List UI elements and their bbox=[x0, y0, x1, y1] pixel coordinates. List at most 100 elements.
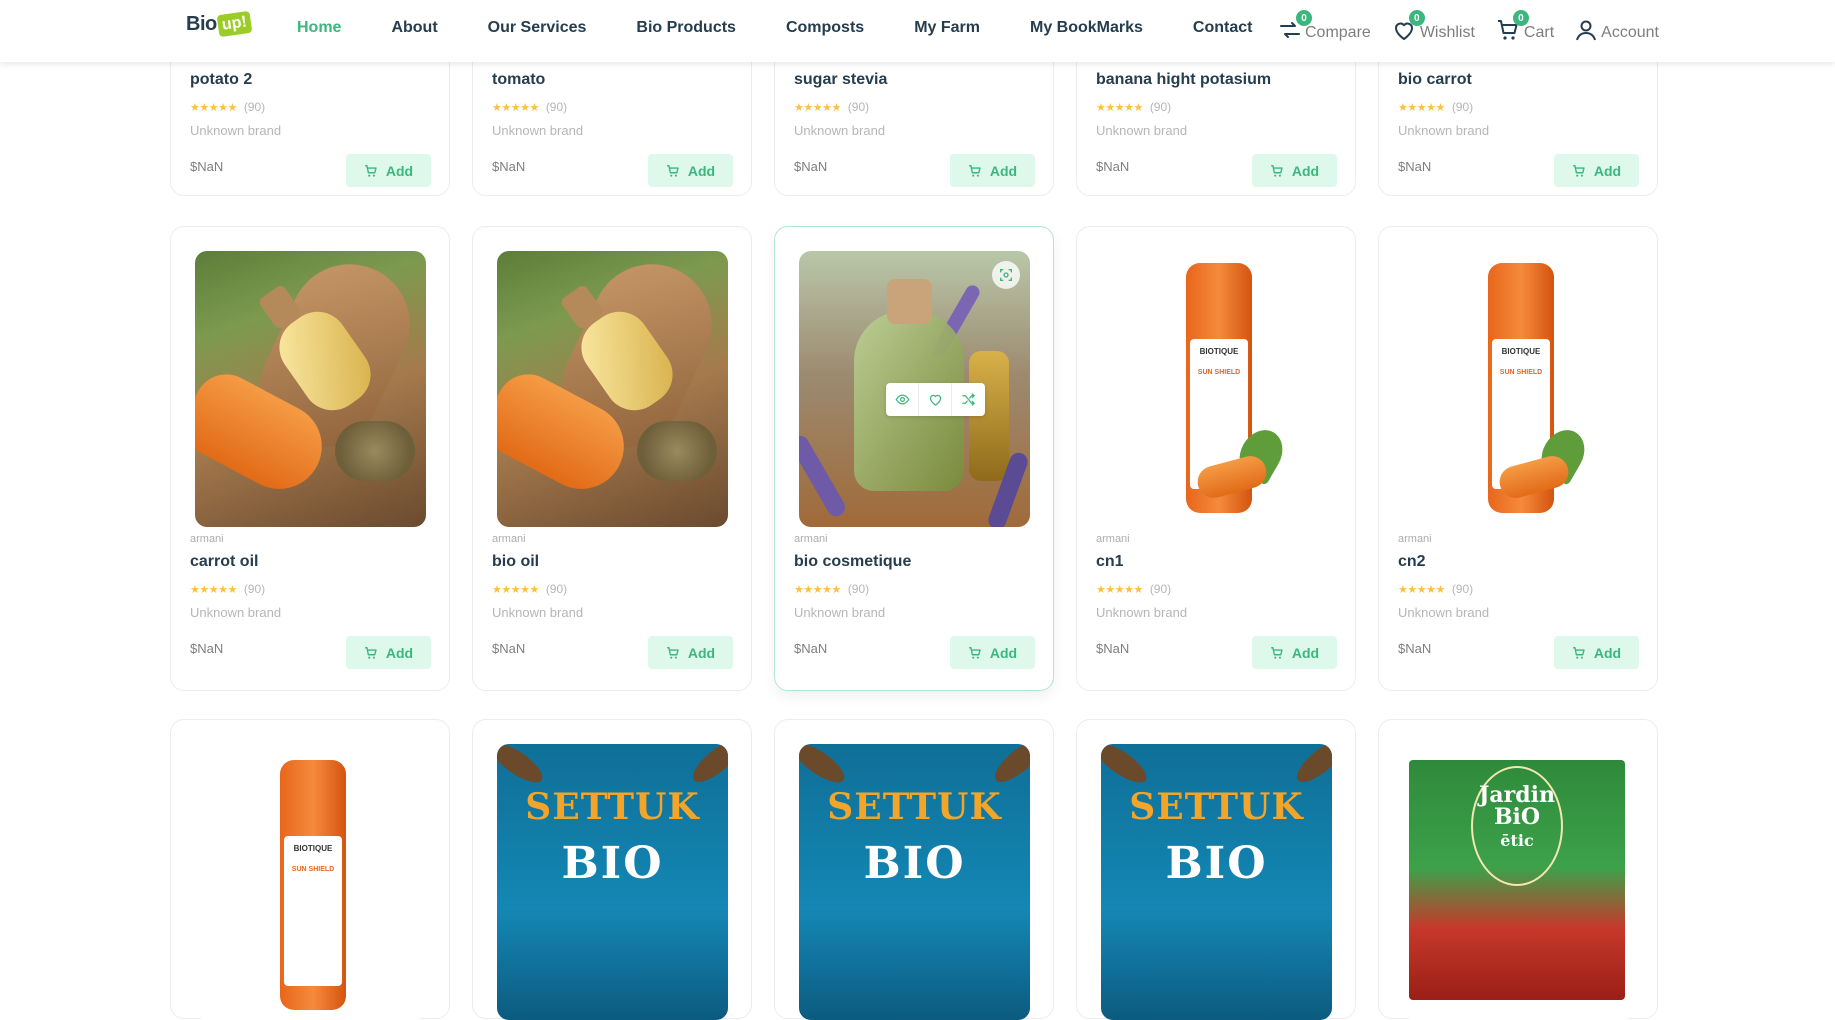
product-card[interactable]: SETTUK BIO bbox=[472, 719, 752, 1020]
product-image[interactable]: Jardin BiO ētic bbox=[1403, 744, 1634, 1020]
product-brand: Unknown brand bbox=[1398, 605, 1490, 620]
cart-icon bbox=[1573, 164, 1585, 177]
product-vendor[interactable]: armani bbox=[794, 533, 828, 545]
compare-link[interactable]: 0 Compare bbox=[1278, 10, 1371, 42]
rating-count: (90) bbox=[1451, 100, 1474, 114]
nav-home[interactable]: Home bbox=[297, 19, 341, 37]
product-price: $NaN bbox=[492, 159, 526, 174]
product-image[interactable]: SETTUK BIO bbox=[799, 744, 1030, 1020]
user-icon bbox=[1576, 20, 1597, 41]
add-to-cart-button[interactable]: Add bbox=[648, 154, 733, 187]
account-link[interactable]: Account bbox=[1574, 18, 1659, 42]
rating-count: (90) bbox=[243, 582, 266, 596]
product-image[interactable] bbox=[195, 251, 426, 527]
add-to-cart-button[interactable]: Add bbox=[648, 636, 733, 669]
logo-badge: up! bbox=[216, 10, 252, 38]
product-card[interactable]: Jardin BiO ētic bbox=[1378, 719, 1658, 1020]
product-card[interactable]: armani carrot oil ★★★★★ (90) Unknown brand $N… bbox=[170, 226, 450, 691]
zoom-icon[interactable] bbox=[992, 261, 1020, 289]
seeds-shape bbox=[637, 421, 717, 481]
cart-label: Cart bbox=[1523, 24, 1555, 41]
bottle-brand-text: BIOTIQUE bbox=[1501, 347, 1541, 356]
add-button-label: Add bbox=[687, 162, 716, 179]
add-to-cart-button[interactable]: Add bbox=[950, 636, 1035, 669]
product-price: $NaN bbox=[190, 641, 224, 656]
product-card[interactable]: SETTUK BIO bbox=[1076, 719, 1356, 1020]
product-card[interactable]: SETTUK BIO bbox=[774, 719, 1054, 1020]
add-button-label: Add bbox=[1593, 644, 1622, 661]
product-vendor[interactable]: armani bbox=[492, 533, 526, 545]
product-card[interactable]: armani bio cosmetique ★★★★★ (90) Unknown bra… bbox=[774, 226, 1054, 691]
nav-my-farm[interactable]: My Farm bbox=[914, 19, 980, 37]
nav-about[interactable]: About bbox=[391, 19, 437, 37]
add-to-cart-button[interactable]: Add bbox=[1252, 636, 1337, 669]
rating-stars: ★★★★★ bbox=[492, 101, 539, 114]
product-name[interactable]: cn1 bbox=[1096, 553, 1124, 571]
cork-shape bbox=[887, 279, 932, 324]
cart-icon bbox=[1573, 646, 1585, 659]
product-name[interactable]: potato 2 bbox=[190, 71, 252, 89]
nav-my-bookmarks[interactable]: My BookMarks bbox=[1030, 19, 1143, 37]
product-name[interactable]: bio cosmetique bbox=[794, 553, 911, 571]
product-vendor[interactable]: armani bbox=[190, 533, 224, 545]
add-button-label: Add bbox=[385, 162, 414, 179]
nav-composts[interactable]: Composts bbox=[786, 19, 864, 37]
add-to-cart-button[interactable]: Add bbox=[950, 154, 1035, 187]
product-vendor[interactable]: armani bbox=[1096, 533, 1130, 545]
main-nav: Home About Our Services Bio Products Com… bbox=[297, 19, 1302, 37]
leaf-decoration bbox=[686, 744, 728, 789]
rating-stars: ★★★★★ bbox=[794, 101, 841, 114]
product-card[interactable]: BIOTIQUE SUN SHIELD armani cn2 ★★★★★ (90) Unkn… bbox=[1378, 226, 1658, 691]
rating-count: (90) bbox=[847, 582, 870, 596]
settuk-brand-text: SETTUK bbox=[827, 786, 1002, 828]
cart-icon bbox=[365, 646, 377, 659]
rating-stars: ★★★★★ bbox=[1096, 101, 1143, 114]
product-name[interactable]: carrot oil bbox=[190, 553, 258, 571]
wishlist-link[interactable]: 0 Wishlist bbox=[1391, 10, 1475, 42]
quick-view-icon[interactable] bbox=[886, 383, 919, 416]
product-image[interactable]: BIOTIQUE SUN SHIELD bbox=[1101, 251, 1332, 527]
product-image[interactable] bbox=[497, 251, 728, 527]
product-name[interactable]: sugar stevia bbox=[794, 71, 887, 89]
product-card[interactable]: BIOTIQUE SUN SHIELD armani cn1 ★★★★★ (90) Unkn… bbox=[1076, 226, 1356, 691]
product-name[interactable]: cn2 bbox=[1398, 553, 1426, 571]
add-wishlist-icon[interactable] bbox=[919, 383, 952, 416]
cart-count-badge: 0 bbox=[1512, 10, 1529, 26]
cart-icon bbox=[1271, 164, 1283, 177]
product-price: $NaN bbox=[794, 159, 828, 174]
product-card[interactable]: armani bio oil ★★★★★ (90) Unknown brand $NaN A… bbox=[472, 226, 752, 691]
product-image[interactable]: BIOTIQUE SUN SHIELD bbox=[195, 744, 426, 1020]
product-image[interactable]: SETTUK BIO bbox=[1101, 744, 1332, 1020]
site-header: Bio up! Home About Our Services Bio Prod… bbox=[0, 0, 1835, 62]
product-vendor[interactable]: armani bbox=[1398, 533, 1432, 545]
shuffle-compare-icon[interactable] bbox=[952, 383, 985, 416]
nav-bio-products[interactable]: Bio Products bbox=[636, 19, 736, 37]
product-rating: ★★★★★ (90) bbox=[794, 100, 869, 114]
product-name[interactable]: bio oil bbox=[492, 553, 539, 571]
product-card[interactable]: BIOTIQUE SUN SHIELD bbox=[170, 719, 450, 1020]
wishlist-label: Wishlist bbox=[1419, 24, 1475, 41]
add-to-cart-button[interactable]: Add bbox=[1252, 154, 1337, 187]
product-image[interactable]: SETTUK BIO bbox=[497, 744, 728, 1020]
add-to-cart-button[interactable]: Add bbox=[346, 154, 431, 187]
product-image[interactable] bbox=[799, 251, 1030, 527]
add-button-label: Add bbox=[989, 162, 1018, 179]
add-to-cart-button[interactable]: Add bbox=[1554, 154, 1639, 187]
site-logo[interactable]: Bio up! bbox=[186, 9, 252, 39]
nav-contact[interactable]: Contact bbox=[1193, 19, 1253, 37]
product-rating: ★★★★★ (90) bbox=[1096, 100, 1171, 114]
product-image[interactable]: BIOTIQUE SUN SHIELD bbox=[1403, 251, 1634, 527]
account-label: Account bbox=[1601, 24, 1659, 41]
add-button-label: Add bbox=[1593, 162, 1622, 179]
product-name[interactable]: bio carrot bbox=[1398, 71, 1472, 89]
product-price: $NaN bbox=[190, 159, 224, 174]
header-actions: 0 Compare 0 Wishlist 0 Cart Account bbox=[1278, 10, 1679, 42]
product-name[interactable]: banana hight potasium bbox=[1096, 71, 1271, 89]
nav-our-services[interactable]: Our Services bbox=[488, 19, 587, 37]
wishlist-count-badge: 0 bbox=[1408, 10, 1425, 26]
product-name[interactable]: tomato bbox=[492, 71, 545, 89]
product-price: $NaN bbox=[1398, 641, 1432, 656]
add-to-cart-button[interactable]: Add bbox=[346, 636, 431, 669]
cart-link[interactable]: 0 Cart bbox=[1495, 10, 1555, 42]
add-to-cart-button[interactable]: Add bbox=[1554, 636, 1639, 669]
